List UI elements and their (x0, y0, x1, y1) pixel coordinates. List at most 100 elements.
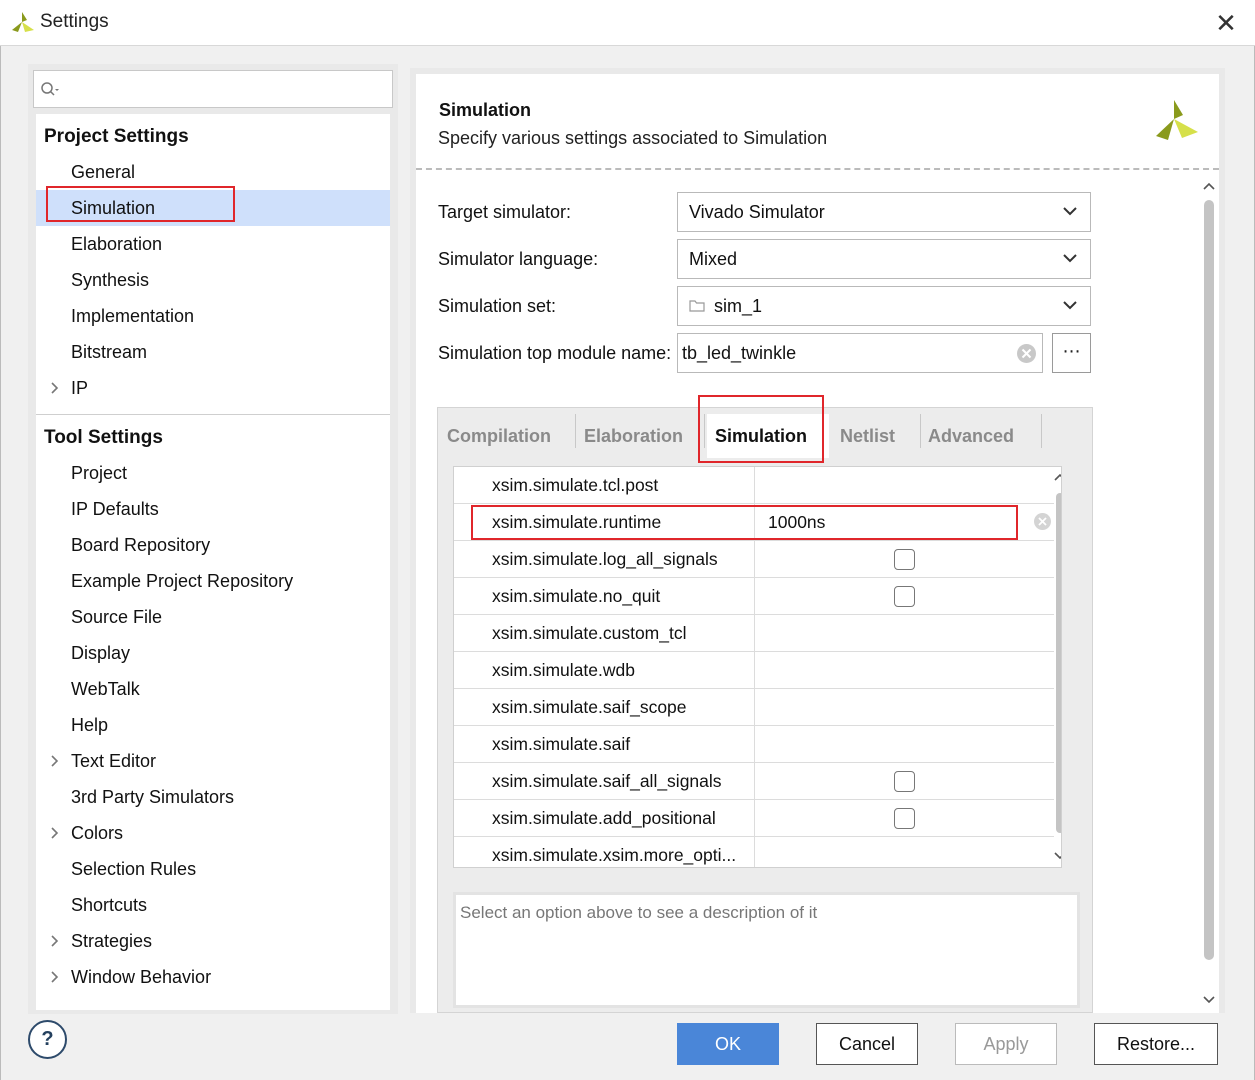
tab-elaboration[interactable]: Elaboration (584, 414, 702, 458)
simulation-set-label: Simulation set: (438, 296, 557, 316)
property-value-cell (754, 763, 1054, 800)
top-module-field[interactable]: tb_led_twinkle (677, 333, 1043, 373)
tree-item-colors[interactable]: Colors (36, 815, 390, 851)
saif-all-signals-checkbox[interactable] (894, 771, 915, 792)
tree-item-label: Selection Rules (71, 859, 197, 879)
tree-item-general[interactable]: General (36, 154, 390, 190)
clear-icon[interactable] (1016, 343, 1037, 364)
table-row[interactable]: xsim.simulate.saif_all_signals (454, 763, 1054, 800)
chevron-right-icon[interactable] (48, 923, 62, 959)
tree-item-label: IP (71, 378, 89, 398)
tab-advanced[interactable]: Advanced (928, 414, 1040, 458)
scroll-up-icon[interactable] (1053, 471, 1062, 483)
simulation-set-dropdown[interactable]: sim_1 (677, 286, 1091, 326)
tree-item-label: General (71, 162, 136, 182)
clear-icon[interactable] (1033, 512, 1052, 531)
tree-item-webtalk[interactable]: WebTalk (36, 671, 390, 707)
table-row[interactable]: xsim.simulate.no_quit (454, 578, 1054, 615)
browse-button[interactable]: ⋯ (1052, 333, 1091, 373)
tree-item-shortcuts[interactable]: Shortcuts (36, 887, 390, 923)
property-value-cell[interactable] (754, 726, 1054, 763)
tree-item-ip-defaults[interactable]: IP Defaults (36, 491, 390, 527)
tree-item-selection-rules[interactable]: Selection Rules (36, 851, 390, 887)
table-row[interactable]: xsim.simulate.runtime 1000ns (454, 504, 1054, 541)
scroll-up-icon[interactable] (1202, 180, 1216, 192)
ok-button[interactable]: OK (677, 1023, 779, 1065)
tree-item-help[interactable]: Help (36, 707, 390, 743)
tree-item-display[interactable]: Display (36, 635, 390, 671)
table-row[interactable]: xsim.simulate.add_positional (454, 800, 1054, 837)
close-icon[interactable]: ✕ (1211, 8, 1241, 38)
cancel-button[interactable]: Cancel (816, 1023, 918, 1065)
tool-settings-header: Tool Settings (44, 427, 163, 448)
tree-item-implementation[interactable]: Implementation (36, 298, 390, 334)
chevron-right-icon[interactable] (48, 815, 62, 851)
search-input[interactable] (64, 77, 384, 101)
property-value-cell[interactable]: 1000ns (754, 504, 1054, 541)
page-subtitle: Specify various settings associated to S… (438, 128, 828, 148)
tab-simulation[interactable]: Simulation (707, 414, 829, 458)
simulator-language-value: Mixed (689, 249, 738, 269)
property-value-cell[interactable] (754, 615, 1054, 652)
table-row[interactable]: xsim.simulate.custom_tcl (454, 615, 1054, 652)
tab-separator (1041, 414, 1042, 448)
tree-item-text-editor[interactable]: Text Editor (36, 743, 390, 779)
property-value[interactable]: 1000ns (768, 512, 825, 533)
restore-button[interactable]: Restore... (1094, 1023, 1218, 1065)
tree-item-simulation[interactable]: Simulation (36, 190, 390, 226)
chevron-right-icon[interactable] (48, 743, 62, 779)
tree-item-example-project-repository[interactable]: Example Project Repository (36, 563, 390, 599)
tree-item-label: 3rd Party Simulators (71, 787, 235, 807)
property-value-cell[interactable] (754, 837, 1054, 867)
help-button[interactable]: ? (28, 1020, 67, 1059)
log-all-signals-checkbox[interactable] (894, 549, 915, 570)
tree-item-elaboration[interactable]: Elaboration (36, 226, 390, 262)
target-simulator-label: Target simulator: (438, 202, 572, 222)
tree-item-label: Project (71, 463, 128, 483)
property-value-cell[interactable] (754, 652, 1054, 689)
property-name: xsim.simulate.saif (492, 734, 631, 754)
table-row[interactable]: xsim.simulate.xsim.more_opti... (454, 837, 1054, 867)
chevron-down-icon (1063, 301, 1077, 310)
property-name: xsim.simulate.xsim.more_opti... (492, 845, 737, 865)
panel-scrollbar[interactable] (1202, 176, 1216, 1012)
top-module-value[interactable]: tb_led_twinkle (682, 343, 796, 364)
tree-item-3rd-party-simulators[interactable]: 3rd Party Simulators (36, 779, 390, 815)
search-box[interactable] (33, 70, 393, 108)
tree-item-bitstream[interactable]: Bitstream (36, 334, 390, 370)
no-quit-checkbox[interactable] (894, 586, 915, 607)
apply-button[interactable]: Apply (955, 1023, 1057, 1065)
chevron-right-icon[interactable] (48, 959, 62, 995)
table-row[interactable]: xsim.simulate.saif_scope (454, 689, 1054, 726)
chevron-right-icon[interactable] (48, 370, 62, 406)
tree-item-ip[interactable]: IP (36, 370, 390, 406)
title-bar: Settings ✕ (0, 0, 1255, 46)
tree-item-label: Source File (71, 607, 163, 627)
tab-compilation[interactable]: Compilation (447, 414, 575, 458)
scrollbar-thumb[interactable] (1056, 493, 1061, 833)
table-row[interactable]: xsim.simulate.tcl.post (454, 467, 1054, 504)
tab-netlist[interactable]: Netlist (840, 414, 920, 458)
target-simulator-dropdown[interactable]: Vivado Simulator (677, 192, 1091, 232)
scroll-down-icon[interactable] (1202, 994, 1216, 1006)
tree-item-strategies[interactable]: Strategies (36, 923, 390, 959)
add-positional-checkbox[interactable] (894, 808, 915, 829)
tree-item-project[interactable]: Project (36, 455, 390, 491)
table-scrollbar[interactable] (1053, 467, 1062, 867)
scrollbar-thumb[interactable] (1204, 200, 1214, 960)
tree-item-source-file[interactable]: Source File (36, 599, 390, 635)
tree-item-label: Colors (71, 823, 124, 843)
property-value-cell[interactable] (754, 689, 1054, 726)
table-row[interactable]: xsim.simulate.log_all_signals (454, 541, 1054, 578)
table-row[interactable]: xsim.simulate.saif (454, 726, 1054, 763)
tree-item-synthesis[interactable]: Synthesis (36, 262, 390, 298)
property-name: xsim.simulate.wdb (492, 660, 635, 680)
scroll-down-icon[interactable] (1053, 850, 1062, 862)
tree-item-window-behavior[interactable]: Window Behavior (36, 959, 390, 995)
property-value-cell[interactable] (754, 467, 1054, 504)
tree-item-board-repository[interactable]: Board Repository (36, 527, 390, 563)
xilinx-logo-icon (1156, 100, 1198, 140)
tree-item-label: Strategies (71, 931, 153, 951)
simulator-language-dropdown[interactable]: Mixed (677, 239, 1091, 279)
table-row[interactable]: xsim.simulate.wdb (454, 652, 1054, 689)
